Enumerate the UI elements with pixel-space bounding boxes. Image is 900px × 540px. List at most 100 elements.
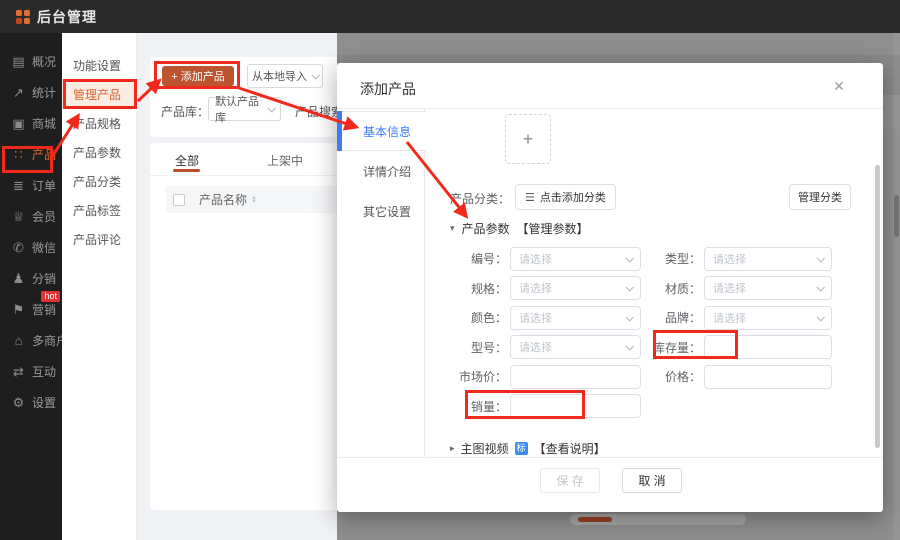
list-icon: ☰: [525, 191, 535, 204]
tab-listed[interactable]: 上架中: [267, 152, 303, 169]
select-all-checkbox[interactable]: [173, 194, 185, 206]
param-row: 颜色：请选择品牌：请选择: [433, 303, 832, 333]
sidebar-item-label: 概况: [32, 53, 56, 70]
product-library-select[interactable]: 默认产品库: [208, 97, 281, 121]
param-select[interactable]: 请选择: [510, 276, 641, 300]
manage-params-link[interactable]: 【管理参数】: [517, 220, 589, 237]
submenu-item-product-params[interactable]: 产品参数: [62, 138, 136, 167]
marketing-icon: ⚑: [11, 302, 26, 318]
upload-image-button[interactable]: +: [505, 114, 551, 164]
sidebar: ▤概况↗统计▣商城∷产品≣订单♕会员✆微信♟分销⚑营销hot⌂多商户⇄互动⚙设置: [0, 33, 62, 540]
select-placeholder: 请选择: [713, 280, 746, 296]
sidebar-item-marketing[interactable]: ⚑营销hot: [0, 294, 62, 325]
chevron-down-icon: [625, 313, 633, 321]
param-label: 编号：: [433, 250, 510, 267]
param-input[interactable]: [704, 365, 832, 389]
sidebar-item-label: 互动: [32, 363, 56, 380]
product-name-header: 产品名称: [199, 191, 247, 208]
param-select[interactable]: 请选择: [704, 276, 832, 300]
sidebar-item-label: 设置: [32, 394, 56, 411]
view-instructions-link[interactable]: 【查看说明】: [534, 440, 606, 457]
modal-tab-column: 基本信息详情介绍其它设置: [337, 109, 425, 457]
page-hscroll-thumb[interactable]: [578, 517, 612, 522]
param-label: 类型：: [641, 250, 704, 267]
param-label: 型号：: [433, 339, 510, 356]
select-placeholder: 请选择: [713, 251, 746, 267]
main-video-label: 主图视频: [461, 440, 509, 457]
sidebar-item-members[interactable]: ♕会员: [0, 201, 62, 232]
modal-footer-divider: [337, 457, 883, 458]
app-logo: 后台管理: [16, 7, 97, 27]
admin-app: 后台管理 ▤概况↗统计▣商城∷产品≣订单♕会员✆微信♟分销⚑营销hot⌂多商户⇄…: [0, 0, 900, 540]
chevron-down-icon: [267, 104, 275, 112]
param-label: 价格：: [641, 368, 704, 385]
plus-icon: +: [523, 129, 534, 150]
param-select[interactable]: 请选择: [704, 247, 832, 271]
product-params-header[interactable]: ▾ 产品参数 【管理参数】: [450, 220, 589, 237]
modal-scrollbar-thumb[interactable]: [875, 165, 880, 448]
import-local-label: 从本地导入: [252, 68, 307, 84]
product-params-title: 产品参数: [462, 220, 510, 237]
select-placeholder: 请选择: [713, 310, 746, 326]
submenu-item-product-tags[interactable]: 产品标签: [62, 196, 136, 225]
submenu-item-manage-products[interactable]: 管理产品: [62, 80, 136, 109]
params-form: 编号：请选择类型：请选择规格：请选择材质：请选择颜色：请选择品牌：请选择型号：请…: [433, 244, 832, 421]
sidebar-item-stats[interactable]: ↗统计: [0, 77, 62, 108]
page-vertical-scrollbar[interactable]: [893, 33, 900, 540]
param-input[interactable]: [510, 394, 641, 418]
overview-icon: ▤: [11, 54, 26, 70]
chevron-down-icon: [816, 283, 824, 291]
sidebar-item-distribution[interactable]: ♟ 分销: [0, 263, 62, 294]
select-placeholder: 请选择: [519, 251, 552, 267]
sidebar-item-label: 分销: [32, 270, 56, 287]
sidebar-item-product[interactable]: ∷产品: [0, 139, 62, 170]
add-category-button[interactable]: ☰ 点击添加分类: [515, 184, 616, 210]
page-vscroll-thumb[interactable]: [894, 195, 899, 237]
sidebar-item-settings[interactable]: ⚙设置: [0, 387, 62, 418]
sidebar-item-overview[interactable]: ▤ 概况: [0, 46, 62, 77]
sidebar-item-label: 微信: [32, 239, 56, 256]
wechat-icon: ✆: [11, 240, 26, 256]
tab-all[interactable]: 全部: [175, 152, 199, 169]
distribution-icon: ♟: [11, 271, 26, 287]
page-horizontal-scrollbar[interactable]: [570, 514, 746, 525]
import-local-button[interactable]: 从本地导入: [247, 64, 323, 88]
param-label: 市场价：: [433, 368, 510, 385]
param-label: 销量：: [433, 398, 510, 415]
save-button[interactable]: 保 存: [540, 468, 600, 493]
sidebar-item-orders[interactable]: ≣订单: [0, 170, 62, 201]
video-badge: 标: [515, 442, 528, 455]
submenu-item-product-reviews[interactable]: 产品评论: [62, 225, 136, 254]
sidebar-item-label: 营销: [32, 301, 56, 318]
interaction-icon: ⇄: [11, 364, 26, 380]
cancel-button[interactable]: 取 消: [622, 468, 682, 493]
param-select[interactable]: 请选择: [510, 306, 641, 330]
param-select[interactable]: 请选择: [704, 306, 832, 330]
chevron-down-icon: [816, 313, 824, 321]
param-row: 规格：请选择材质：请选择: [433, 274, 832, 304]
submenu-item-function-settings[interactable]: 功能设置: [62, 51, 136, 80]
add-product-button[interactable]: + 添加产品: [162, 66, 234, 86]
param-label: 库存量：: [641, 339, 704, 356]
modal-tab-detail-intro[interactable]: 详情介绍: [337, 151, 424, 191]
sidebar-item-interaction[interactable]: ⇄ 互动: [0, 356, 62, 387]
sidebar-item-multi-merchant[interactable]: ⌂多商户: [0, 325, 62, 356]
param-select[interactable]: 请选择: [510, 247, 641, 271]
add-category-label: 点击添加分类: [540, 189, 606, 205]
modal-tab-other-settings[interactable]: 其它设置: [337, 191, 424, 231]
manage-category-button[interactable]: 管理分类: [789, 184, 851, 210]
submenu-item-product-categories[interactable]: 产品分类: [62, 167, 136, 196]
modal-tab-basic-info[interactable]: 基本信息: [337, 111, 426, 151]
submenu-item-product-specs[interactable]: 产品规格: [62, 109, 136, 138]
param-input[interactable]: [510, 365, 641, 389]
param-row: 销量：: [433, 392, 832, 422]
sidebar-item-label: 会员: [32, 208, 56, 225]
param-select[interactable]: 请选择: [510, 335, 641, 359]
param-input[interactable]: [704, 335, 832, 359]
top-header: 后台管理: [0, 0, 900, 33]
main-video-section[interactable]: ▸ 主图视频 标 【查看说明】: [450, 440, 606, 457]
close-icon[interactable]: ✕: [828, 75, 850, 97]
sidebar-item-mall[interactable]: ▣商城: [0, 108, 62, 139]
sort-icon[interactable]: ▲▼: [251, 196, 257, 204]
sidebar-item-wechat[interactable]: ✆ 微信: [0, 232, 62, 263]
